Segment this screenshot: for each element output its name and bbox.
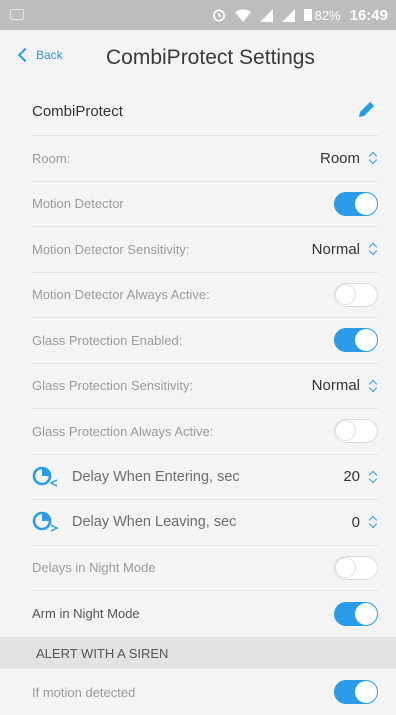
delay-leaving-label: Delay When Leaving, sec bbox=[72, 514, 237, 531]
screenshot-icon bbox=[10, 9, 24, 20]
arm-night-label: Arm in Night Mode bbox=[32, 606, 140, 622]
settings-list: CombiProtect Room: Room Motion Detector … bbox=[0, 88, 396, 637]
motion-sensitivity-value: Normal bbox=[311, 240, 360, 258]
glass-sensitivity-value: Normal bbox=[311, 377, 360, 395]
motion-detector-row: Motion Detector bbox=[32, 182, 378, 227]
glass-always-active-toggle[interactable] bbox=[334, 419, 378, 444]
glass-sensitivity-label: Glass Protection Sensitivity: bbox=[32, 378, 194, 394]
room-label: Room: bbox=[32, 150, 71, 166]
up-down-chevron-icon bbox=[368, 378, 378, 394]
signal-icon bbox=[259, 8, 273, 22]
delay-entering-select[interactable]: 20 bbox=[343, 468, 378, 485]
clock-entering-icon bbox=[32, 466, 58, 487]
glass-sensitivity-select[interactable]: Normal bbox=[312, 377, 378, 394]
glass-enabled-toggle[interactable] bbox=[334, 328, 378, 353]
motion-sensitivity-label: Motion Detector Sensitivity: bbox=[32, 241, 190, 257]
motion-always-active-label: Motion Detector Always Active: bbox=[32, 287, 210, 303]
if-motion-label: If motion detected bbox=[32, 684, 136, 700]
arm-night-row: Arm in Night Mode bbox=[32, 591, 378, 637]
room-value: Room bbox=[319, 149, 360, 167]
alarm-icon bbox=[212, 8, 226, 22]
arm-night-toggle[interactable] bbox=[334, 601, 378, 626]
glass-always-active-row: Glass Protection Always Active: bbox=[32, 409, 378, 455]
glass-sensitivity-row[interactable]: Glass Protection Sensitivity: Normal bbox=[32, 364, 378, 409]
battery-icon: 82% bbox=[303, 7, 341, 23]
room-row[interactable]: Room: Room bbox=[32, 136, 378, 182]
clock-leaving-icon bbox=[32, 511, 59, 532]
back-label: Back bbox=[36, 48, 63, 62]
night-delays-toggle[interactable] bbox=[334, 555, 378, 580]
battery-percent: 82% bbox=[314, 7, 341, 23]
glass-enabled-row: Glass Protection Enabled: bbox=[32, 318, 378, 364]
delay-leaving-select[interactable]: 0 bbox=[352, 514, 378, 531]
motion-always-active-toggle[interactable] bbox=[334, 282, 378, 307]
motion-sensitivity-select[interactable]: Normal bbox=[312, 241, 378, 258]
device-name: CombiProtect bbox=[32, 103, 123, 120]
nav-bar: Back CombiProtect Settings bbox=[0, 30, 396, 88]
motion-detector-label: Motion Detector bbox=[32, 196, 124, 212]
back-button[interactable]: Back bbox=[17, 47, 63, 63]
night-delays-label: Delays in Night Mode bbox=[32, 560, 156, 576]
signal-2-icon bbox=[281, 8, 295, 22]
if-motion-row: If motion detected bbox=[32, 669, 378, 715]
motion-detector-toggle[interactable] bbox=[334, 191, 378, 216]
up-down-chevron-icon bbox=[368, 150, 378, 166]
up-down-chevron-icon bbox=[368, 514, 378, 530]
clock-time: 16:49 bbox=[349, 6, 388, 24]
delay-entering-label: Delay When Entering, sec bbox=[72, 468, 240, 485]
status-bar: 82% 16:49 bbox=[0, 0, 396, 30]
up-down-chevron-icon bbox=[368, 469, 378, 485]
page-title: CombiProtect Settings bbox=[106, 46, 315, 69]
motion-sensitivity-row[interactable]: Motion Detector Sensitivity: Normal bbox=[32, 227, 378, 273]
delay-leaving-row[interactable]: Delay When Leaving, sec 0 bbox=[32, 500, 378, 546]
if-motion-toggle[interactable] bbox=[334, 680, 378, 704]
chevron-left-icon bbox=[17, 47, 33, 63]
edit-pencil-icon[interactable] bbox=[356, 98, 378, 125]
section-header-siren: ALERT WITH A SIREN bbox=[0, 637, 396, 669]
delay-entering-value: 20 bbox=[343, 468, 360, 486]
room-select[interactable]: Room bbox=[320, 150, 378, 167]
delay-leaving-value: 0 bbox=[351, 513, 360, 531]
motion-always-active-row: Motion Detector Always Active: bbox=[32, 273, 378, 318]
night-delays-row: Delays in Night Mode bbox=[32, 546, 378, 591]
device-name-row: CombiProtect bbox=[32, 88, 378, 136]
delay-entering-row[interactable]: Delay When Entering, sec 20 bbox=[32, 455, 378, 500]
glass-always-active-label: Glass Protection Always Active: bbox=[32, 423, 214, 439]
up-down-chevron-icon bbox=[368, 241, 378, 257]
wifi-icon bbox=[234, 9, 251, 22]
glass-enabled-label: Glass Protection Enabled: bbox=[32, 332, 183, 348]
